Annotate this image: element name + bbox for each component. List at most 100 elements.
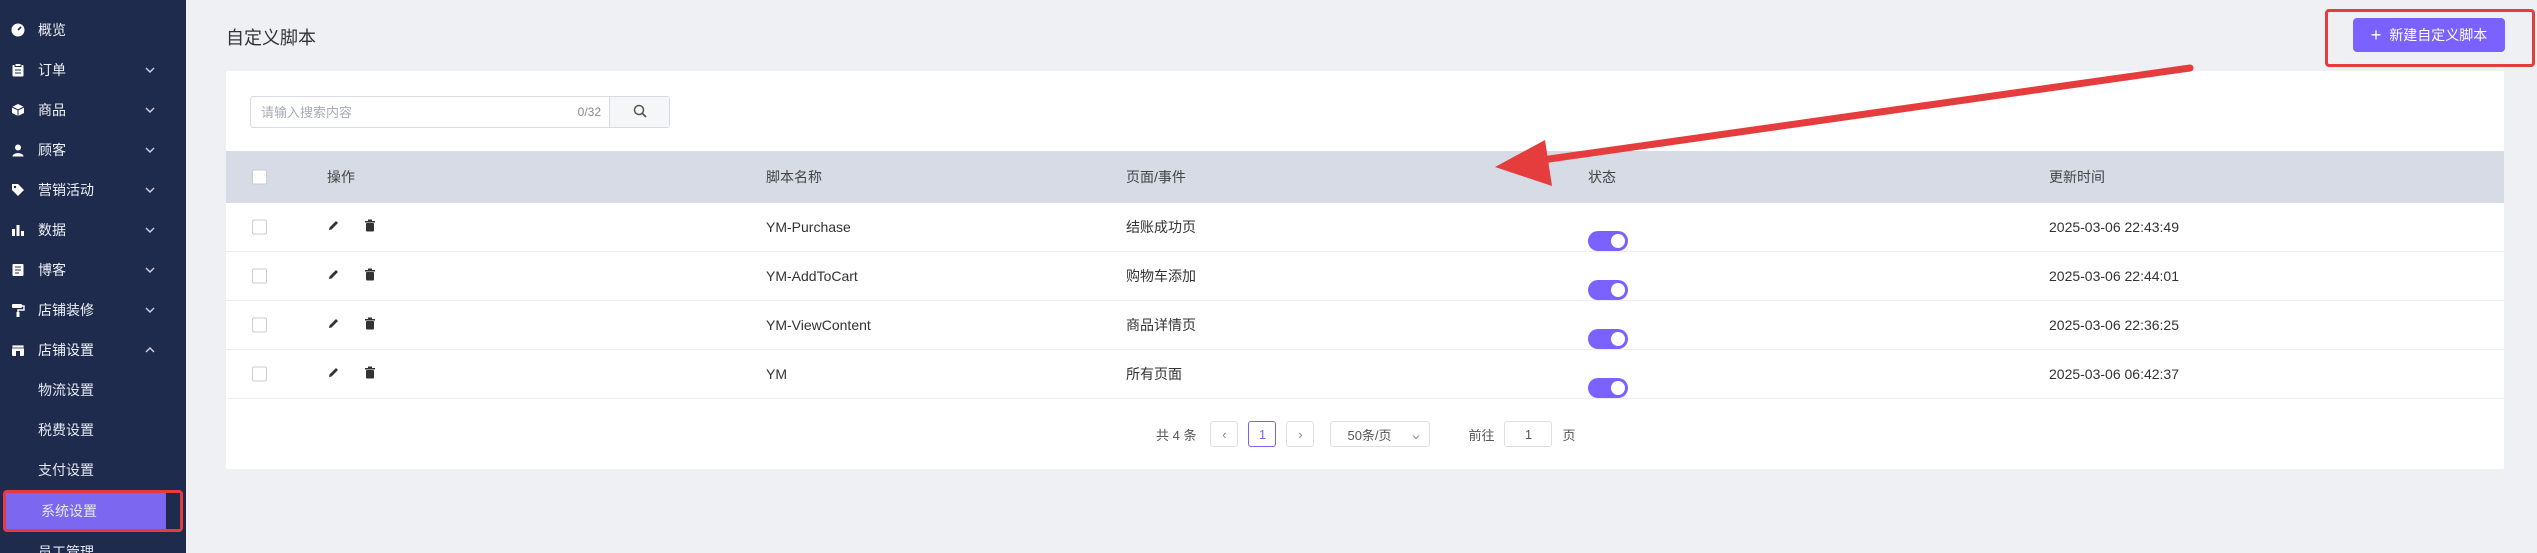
sidebar-item-products[interactable]: 商品 [0,90,186,130]
delete-trash-icon[interactable] [364,317,376,333]
chevron-left-icon: ‹ [1222,426,1227,442]
sidebar-item-store-settings[interactable]: 店铺设置 [0,330,186,370]
search-icon [633,104,647,121]
row-checkbox[interactable] [252,366,267,382]
delete-trash-icon[interactable] [364,366,376,382]
sidebar-item-label: 店铺设置 [38,342,94,358]
sidebar-item-label: 营销活动 [38,182,94,198]
page-number-button[interactable]: 1 [1248,421,1277,447]
sidebar-subitem-label: 系统设置 [41,503,97,519]
table-row: YM 所有页面 2025-03-06 06:42:37 [226,350,2504,399]
sidebar-item-customers[interactable]: 顾客 [0,130,186,170]
sidebar-subitem-tax[interactable]: 税费设置 [0,410,186,450]
chevron-up-icon [144,343,156,355]
table-header: 操作 脚本名称 页面/事件 状态 更新时间 [226,151,2504,203]
sidebar-item-data[interactable]: 数据 [0,210,186,250]
row-checkbox[interactable] [252,317,267,333]
search-input[interactable] [251,97,609,127]
sidebar-item-marketing[interactable]: 营销活动 [0,170,186,210]
script-page: 购物车添加 [1126,268,1196,284]
row-actions [327,366,376,382]
tag-icon [10,182,26,198]
document-icon [10,262,26,278]
script-name: YM-AddToCart [766,268,858,284]
new-button-label: 新建自定义脚本 [2389,27,2488,43]
table-row: YM-Purchase 结账成功页 2025-03-06 22:43:49 [226,203,2504,252]
column-header-status: 状态 [1588,169,1616,185]
table-row: YM-ViewContent 商品详情页 2025-03-06 22:36:25 [226,301,2504,350]
sidebar-item-orders[interactable]: 订单 [0,50,186,90]
chevron-down-icon [144,183,156,195]
column-header-name: 脚本名称 [766,169,822,185]
script-name: YM-Purchase [766,219,851,235]
chevron-down-icon [144,263,156,275]
chevron-down-icon [144,103,156,115]
sidebar-item-label: 商品 [38,102,66,118]
delete-trash-icon[interactable] [364,268,376,284]
sidebar-item-label: 博客 [38,262,66,278]
edit-pencil-icon[interactable] [327,366,340,382]
status-toggle[interactable] [1588,329,1628,349]
sidebar-subitem-staff[interactable]: 员工管理 [0,532,186,553]
edit-pencil-icon[interactable] [327,268,340,284]
column-header-time: 更新时间 [2049,169,2105,185]
scripts-table: 操作 脚本名称 页面/事件 状态 更新时间 YM-Purchase 结账成功页 … [226,151,2504,399]
row-actions [327,317,376,333]
sidebar-item-store-design[interactable]: 店铺装修 [0,290,186,330]
delete-trash-icon[interactable] [364,219,376,235]
script-page: 结账成功页 [1126,219,1196,235]
chevron-down-icon [1411,430,1421,445]
edit-pencil-icon[interactable] [327,219,340,235]
select-all-checkbox[interactable] [252,169,267,185]
status-toggle[interactable] [1588,231,1628,251]
content-card: 0/32 操作 脚本名称 页面/事件 状态 更新时间 Y [226,71,2504,469]
new-custom-script-button[interactable]: + 新建自定义脚本 [2353,18,2505,52]
updated-time: 2025-03-06 22:43:49 [2049,219,2179,235]
row-checkbox[interactable] [252,219,267,235]
sidebar-item-blog[interactable]: 博客 [0,250,186,290]
sidebar-subitem-shipping[interactable]: 物流设置 [0,370,186,410]
row-actions [327,219,376,235]
row-checkbox[interactable] [252,268,267,284]
plus-icon: + [2370,25,2382,45]
updated-time: 2025-03-06 22:44:01 [2049,268,2179,284]
sidebar-subitem-label: 员工管理 [38,544,94,553]
sidebar-subitem-payment[interactable]: 支付设置 [0,450,186,490]
script-name: YM [766,366,787,382]
status-toggle[interactable] [1588,378,1628,398]
sidebar-item-overview[interactable]: 概览 [0,10,186,50]
column-header-page: 页面/事件 [1126,169,1186,185]
chevron-down-icon [144,143,156,155]
script-page: 所有页面 [1126,366,1182,382]
page-title: 自定义脚本 [226,28,316,48]
pagination-total: 共 4 条 [1156,427,1197,443]
updated-time: 2025-03-06 06:42:37 [2049,366,2179,382]
next-page-button[interactable]: › [1286,421,1315,447]
prev-page-button[interactable]: ‹ [1210,421,1239,447]
goto-label: 前往 [1468,427,1495,443]
script-name: YM-ViewContent [766,317,871,333]
page-size-select[interactable]: 50条/页 [1330,421,1431,447]
sidebar-subitem-system-settings[interactable]: 系统设置 [3,490,183,532]
chevron-down-icon [144,303,156,315]
store-icon [10,342,26,358]
table-row: YM-AddToCart 购物车添加 2025-03-06 22:44:01 [226,252,2504,301]
row-actions [327,268,376,284]
updated-time: 2025-03-06 22:36:25 [2049,317,2179,333]
sidebar-item-label: 订单 [38,62,66,78]
search-button[interactable] [609,97,669,127]
clipboard-icon [10,62,26,78]
chevron-right-icon: › [1298,426,1303,442]
sidebar-subitem-label: 物流设置 [38,382,94,398]
edit-pencil-icon[interactable] [327,317,340,333]
sidebar: 概览 订单 商品 顾客 营销活动 数据 博客 店铺装修 店铺设置 物流设置 税费… [0,0,186,553]
column-header-ops: 操作 [327,169,355,185]
box-icon [10,102,26,118]
page-size-value: 50条/页 [1347,427,1392,443]
sidebar-item-label: 数据 [38,222,66,238]
sidebar-item-label: 概览 [38,22,66,38]
chevron-down-icon [144,63,156,75]
dashboard-icon [10,22,26,38]
status-toggle[interactable] [1588,280,1628,300]
goto-page-input[interactable]: 1 [1504,421,1553,447]
